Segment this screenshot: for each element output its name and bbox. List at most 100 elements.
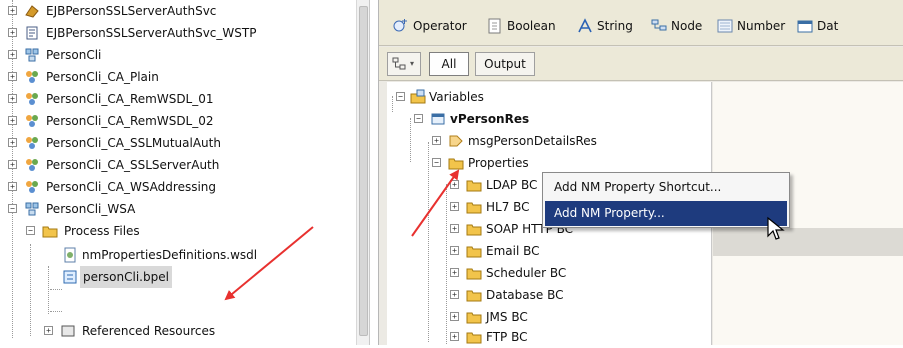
expand-icon[interactable]: + xyxy=(450,268,459,277)
tree-item-vpersonres[interactable]: − vPersonRes xyxy=(388,108,710,130)
expand-icon[interactable]: + xyxy=(8,72,17,81)
tree-item-nmpropertiesdefinitions-wsdl[interactable]: nmPropertiesDefinitions.wsdl xyxy=(0,244,356,266)
canvas-row-highlight xyxy=(713,228,903,256)
tree-item-email-bc[interactable]: + Email BC xyxy=(388,240,710,262)
project-tree: + EJBPersonSSLServerAuthSvc + EJBPersonS… xyxy=(0,0,370,345)
tree-item-label: LDAP BC xyxy=(486,178,538,192)
tree-item-personcli-bpel[interactable]: personCli.bpel xyxy=(0,266,356,288)
tree-item-label: EJBPersonSSLServerAuthSvc xyxy=(46,4,217,18)
expand-icon[interactable]: + xyxy=(450,202,459,211)
collapse-icon[interactable]: − xyxy=(26,226,35,235)
casa-app-icon xyxy=(26,71,38,83)
expand-icon[interactable]: + xyxy=(450,290,459,299)
expand-icon[interactable]: + xyxy=(8,94,17,103)
tree-item-personcli-ca-remwsdl-01[interactable]: + PersonCli_CA_RemWSDL_01 xyxy=(0,88,356,110)
expand-icon[interactable]: + xyxy=(8,182,17,191)
tree-item-ejbpersonsslserverauthsvc-wstp[interactable]: + EJBPersonSSLServerAuthSvc_WSTP xyxy=(0,22,356,44)
palette-item-label: Number xyxy=(737,19,786,33)
expand-icon[interactable]: + xyxy=(44,326,53,335)
tree-item-properties[interactable]: − Properties xyxy=(388,152,710,174)
tree-item-label: Email BC xyxy=(486,244,540,258)
date-icon xyxy=(797,20,813,33)
operator-icon xyxy=(393,19,407,32)
ejb-icon xyxy=(25,5,39,18)
menu-item-add-nm-property-shortcut[interactable]: Add NM Property Shortcut... xyxy=(545,175,787,200)
palette-item-label: Dat xyxy=(817,19,839,33)
tree-item-process-files[interactable]: − Process Files xyxy=(0,220,356,242)
expand-icon[interactable]: + xyxy=(450,180,459,189)
filter-output-button[interactable]: Output xyxy=(475,52,535,76)
expand-icon[interactable]: + xyxy=(8,50,17,59)
expand-icon[interactable]: + xyxy=(8,160,17,169)
tree-item-msgpersondetailsres[interactable]: + msgPersonDetailsRes xyxy=(388,130,710,152)
tree-item-personcli-ca-sslmutualauth[interactable]: + PersonCli_CA_SSLMutualAuth xyxy=(0,132,356,154)
casa-app-icon xyxy=(26,115,38,127)
tree-item-ejbpersonsslserverauthsvc[interactable]: + EJBPersonSSLServerAuthSvc xyxy=(0,0,356,22)
tree-item-label: Scheduler BC xyxy=(486,266,567,280)
tree-item-personcli-ca-sslserverauth[interactable]: + PersonCli_CA_SSLServerAuth xyxy=(0,154,356,176)
tree-item-personcli[interactable]: + PersonCli xyxy=(0,44,356,66)
casa-app-icon xyxy=(26,93,38,105)
expand-icon[interactable]: + xyxy=(8,138,17,147)
resources-folder-icon xyxy=(61,325,75,337)
variable-icon xyxy=(431,113,445,125)
tree-item-label: msgPersonDetailsRes xyxy=(468,134,597,148)
vertical-scrollbar[interactable] xyxy=(356,0,369,345)
tree-item-personcli-ca-wsaddressing[interactable]: + PersonCli_CA_WSAddressing xyxy=(0,176,356,198)
expand-icon[interactable]: + xyxy=(450,224,459,233)
tree-item-label: PersonCli_CA_WSAddressing xyxy=(46,180,217,194)
expand-icon[interactable]: + xyxy=(8,6,17,15)
collapse-icon[interactable]: − xyxy=(396,92,405,101)
tree-item-label: Referenced Resources xyxy=(82,324,216,338)
expand-icon[interactable]: + xyxy=(450,312,459,321)
palette-toolbar: Operator Boolean String Node Number Dat xyxy=(379,0,903,46)
tree-item-label: Variables xyxy=(429,90,484,104)
expand-icon[interactable]: + xyxy=(450,332,459,341)
tree-item-label: EJBPersonSSLServerAuthSvc_WSTP xyxy=(46,26,257,40)
expand-icon[interactable]: + xyxy=(450,246,459,255)
expand-icon[interactable]: + xyxy=(432,136,441,145)
tree-item-label: PersonCli_CA_RemWSDL_02 xyxy=(46,114,214,128)
variables-icon xyxy=(410,89,426,104)
number-icon xyxy=(717,19,733,33)
tree-item-personcli-ca-plain[interactable]: + PersonCli_CA_Plain xyxy=(0,66,356,88)
casa-app-icon xyxy=(26,137,38,149)
folder-icon xyxy=(448,158,464,170)
tree-item-label: PersonCli_WSA xyxy=(46,202,136,216)
folder-icon xyxy=(466,332,482,344)
filter-all-button[interactable]: All xyxy=(429,52,469,76)
tree-item-variables[interactable]: − Variables xyxy=(388,86,710,108)
menu-item-add-nm-property[interactable]: Add NM Property... xyxy=(545,201,787,226)
palette-item-label: Operator xyxy=(413,19,467,33)
folder-icon xyxy=(466,312,482,324)
tree-item-label: Process Files xyxy=(64,224,140,238)
casa-app-icon xyxy=(26,159,38,171)
scrollbar-thumb[interactable] xyxy=(359,6,368,336)
folder-icon xyxy=(42,226,58,238)
dropdown-arrow-icon: ▾ xyxy=(410,59,415,68)
tree-item-label: PersonCli xyxy=(46,48,102,62)
palette-item-label: Boolean xyxy=(507,19,556,33)
tree-item-database-bc[interactable]: + Database BC xyxy=(388,284,710,306)
wsdl-file-icon xyxy=(64,247,76,263)
collapse-icon[interactable]: − xyxy=(432,158,441,167)
string-icon xyxy=(578,18,592,33)
tree-item-scheduler-bc[interactable]: + Scheduler BC xyxy=(388,262,710,284)
expand-icon[interactable]: + xyxy=(8,116,17,125)
folder-icon xyxy=(466,180,482,192)
expand-icon[interactable]: + xyxy=(8,28,17,37)
palette-item-label: String xyxy=(597,19,633,33)
tree-item-personcli-wsa[interactable]: − PersonCli_WSA xyxy=(0,198,356,220)
composite-app-icon xyxy=(25,48,39,62)
tree-item-personcli-ca-remwsdl-02[interactable]: + PersonCli_CA_RemWSDL_02 xyxy=(0,110,356,132)
view-options-dropdown[interactable]: ▾ xyxy=(387,52,421,76)
tree-item-jms-bc[interactable]: + JMS BC xyxy=(388,306,710,328)
tree-layout-icon xyxy=(392,57,406,70)
folder-icon xyxy=(466,202,482,214)
tree-item-referenced-resources[interactable]: + Referenced Resources xyxy=(0,320,356,342)
boolean-icon xyxy=(488,18,501,34)
collapse-icon[interactable]: − xyxy=(414,114,423,123)
collapse-icon[interactable]: − xyxy=(8,204,17,213)
folder-icon xyxy=(466,246,482,258)
folder-icon xyxy=(466,268,482,280)
